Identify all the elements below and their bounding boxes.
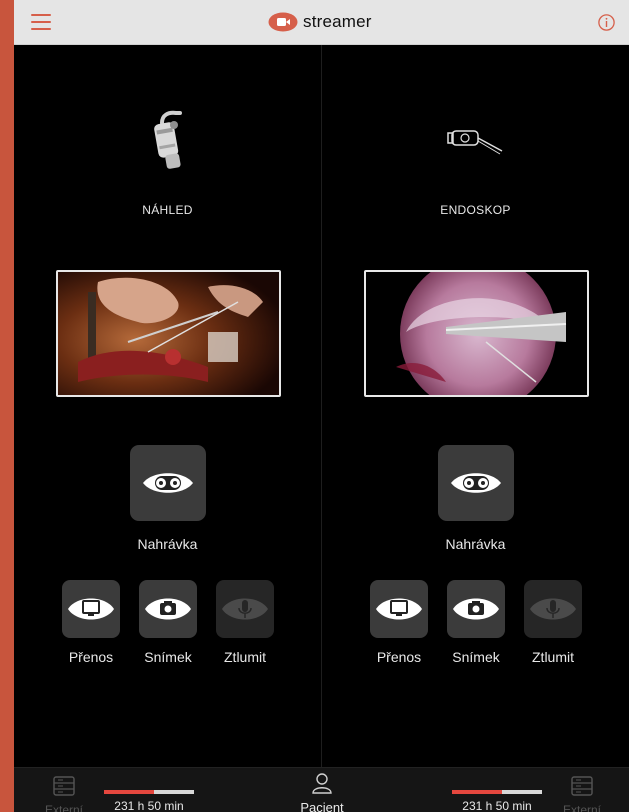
external-storage-left[interactable]: Externí (39, 776, 89, 812)
panel-nahled: NÁHLED Nahrávka Přenos Snímek Ztlumit (14, 45, 321, 767)
device-label: NÁHLED (142, 203, 193, 217)
storage-indicator-left: 231 h 50 min (104, 790, 194, 812)
storage-drive-icon (53, 776, 75, 796)
device-label: ENDOSKOP (440, 203, 511, 217)
patient-button[interactable]: Pacient (292, 772, 352, 812)
action-row: Přenos Snímek Ztlumit (14, 580, 321, 665)
external-label: Externí (44, 803, 83, 812)
patient-label: Pacient (300, 800, 344, 812)
camera-icon (453, 598, 499, 620)
action-row: Přenos Snímek Ztlumit (322, 580, 629, 665)
endoscope-icon (446, 130, 502, 155)
transmit-button[interactable] (62, 580, 120, 638)
camera-head-icon (153, 110, 182, 169)
camera-icon (145, 598, 191, 620)
preview-video-endoskop[interactable] (364, 270, 589, 397)
transmit-label: Přenos (376, 649, 422, 665)
storage-bar (452, 790, 542, 794)
snapshot-label: Snímek (144, 649, 192, 665)
top-bar: streamer (14, 0, 629, 45)
panel-endoskop: ENDOSKOP Nahrávka Přenos Snímek Ztlumit (322, 45, 629, 767)
app-title: streamer (303, 12, 372, 31)
record-label: Nahrávka (445, 536, 506, 552)
user-icon (312, 773, 332, 794)
record-tape-icon (142, 473, 193, 493)
microphone-icon (530, 598, 576, 620)
mute-button[interactable] (216, 580, 274, 638)
streamer-logo-icon (268, 12, 298, 32)
mute-button[interactable] (524, 580, 582, 638)
hamburger-menu-icon[interactable] (31, 12, 51, 30)
external-label: Externí (562, 803, 601, 812)
record-button[interactable] (437, 445, 514, 521)
monitor-icon (68, 598, 114, 620)
transmit-label: Přenos (68, 649, 114, 665)
microphone-icon (222, 598, 268, 620)
mute-label: Ztlumit (224, 649, 266, 665)
mute-label: Ztlumit (532, 649, 574, 665)
storage-drive-icon (571, 776, 593, 796)
streamer-app: streamer NÁHLED Nahrávka Přenos Snímek Z… (14, 0, 629, 812)
app-brand: streamer (268, 12, 372, 32)
snapshot-button[interactable] (447, 580, 505, 638)
storage-bar (104, 790, 194, 794)
storage-indicator-right: 231 h 50 min (452, 790, 542, 812)
record-button[interactable] (129, 445, 206, 521)
preview-video-nahled[interactable] (56, 270, 281, 397)
storage-remaining: 231 h 50 min (462, 799, 532, 812)
transmit-button[interactable] (370, 580, 428, 638)
info-icon[interactable] (598, 14, 615, 31)
background-strip (0, 0, 14, 812)
bottom-bar: Externí 231 h 50 min Pacient 231 h 50 mi… (14, 767, 629, 812)
snapshot-button[interactable] (139, 580, 197, 638)
external-storage-right[interactable]: Externí (557, 776, 607, 812)
record-tape-icon (450, 473, 501, 493)
monitor-icon (376, 598, 422, 620)
record-label: Nahrávka (137, 536, 198, 552)
storage-remaining: 231 h 50 min (114, 799, 184, 812)
snapshot-label: Snímek (452, 649, 500, 665)
